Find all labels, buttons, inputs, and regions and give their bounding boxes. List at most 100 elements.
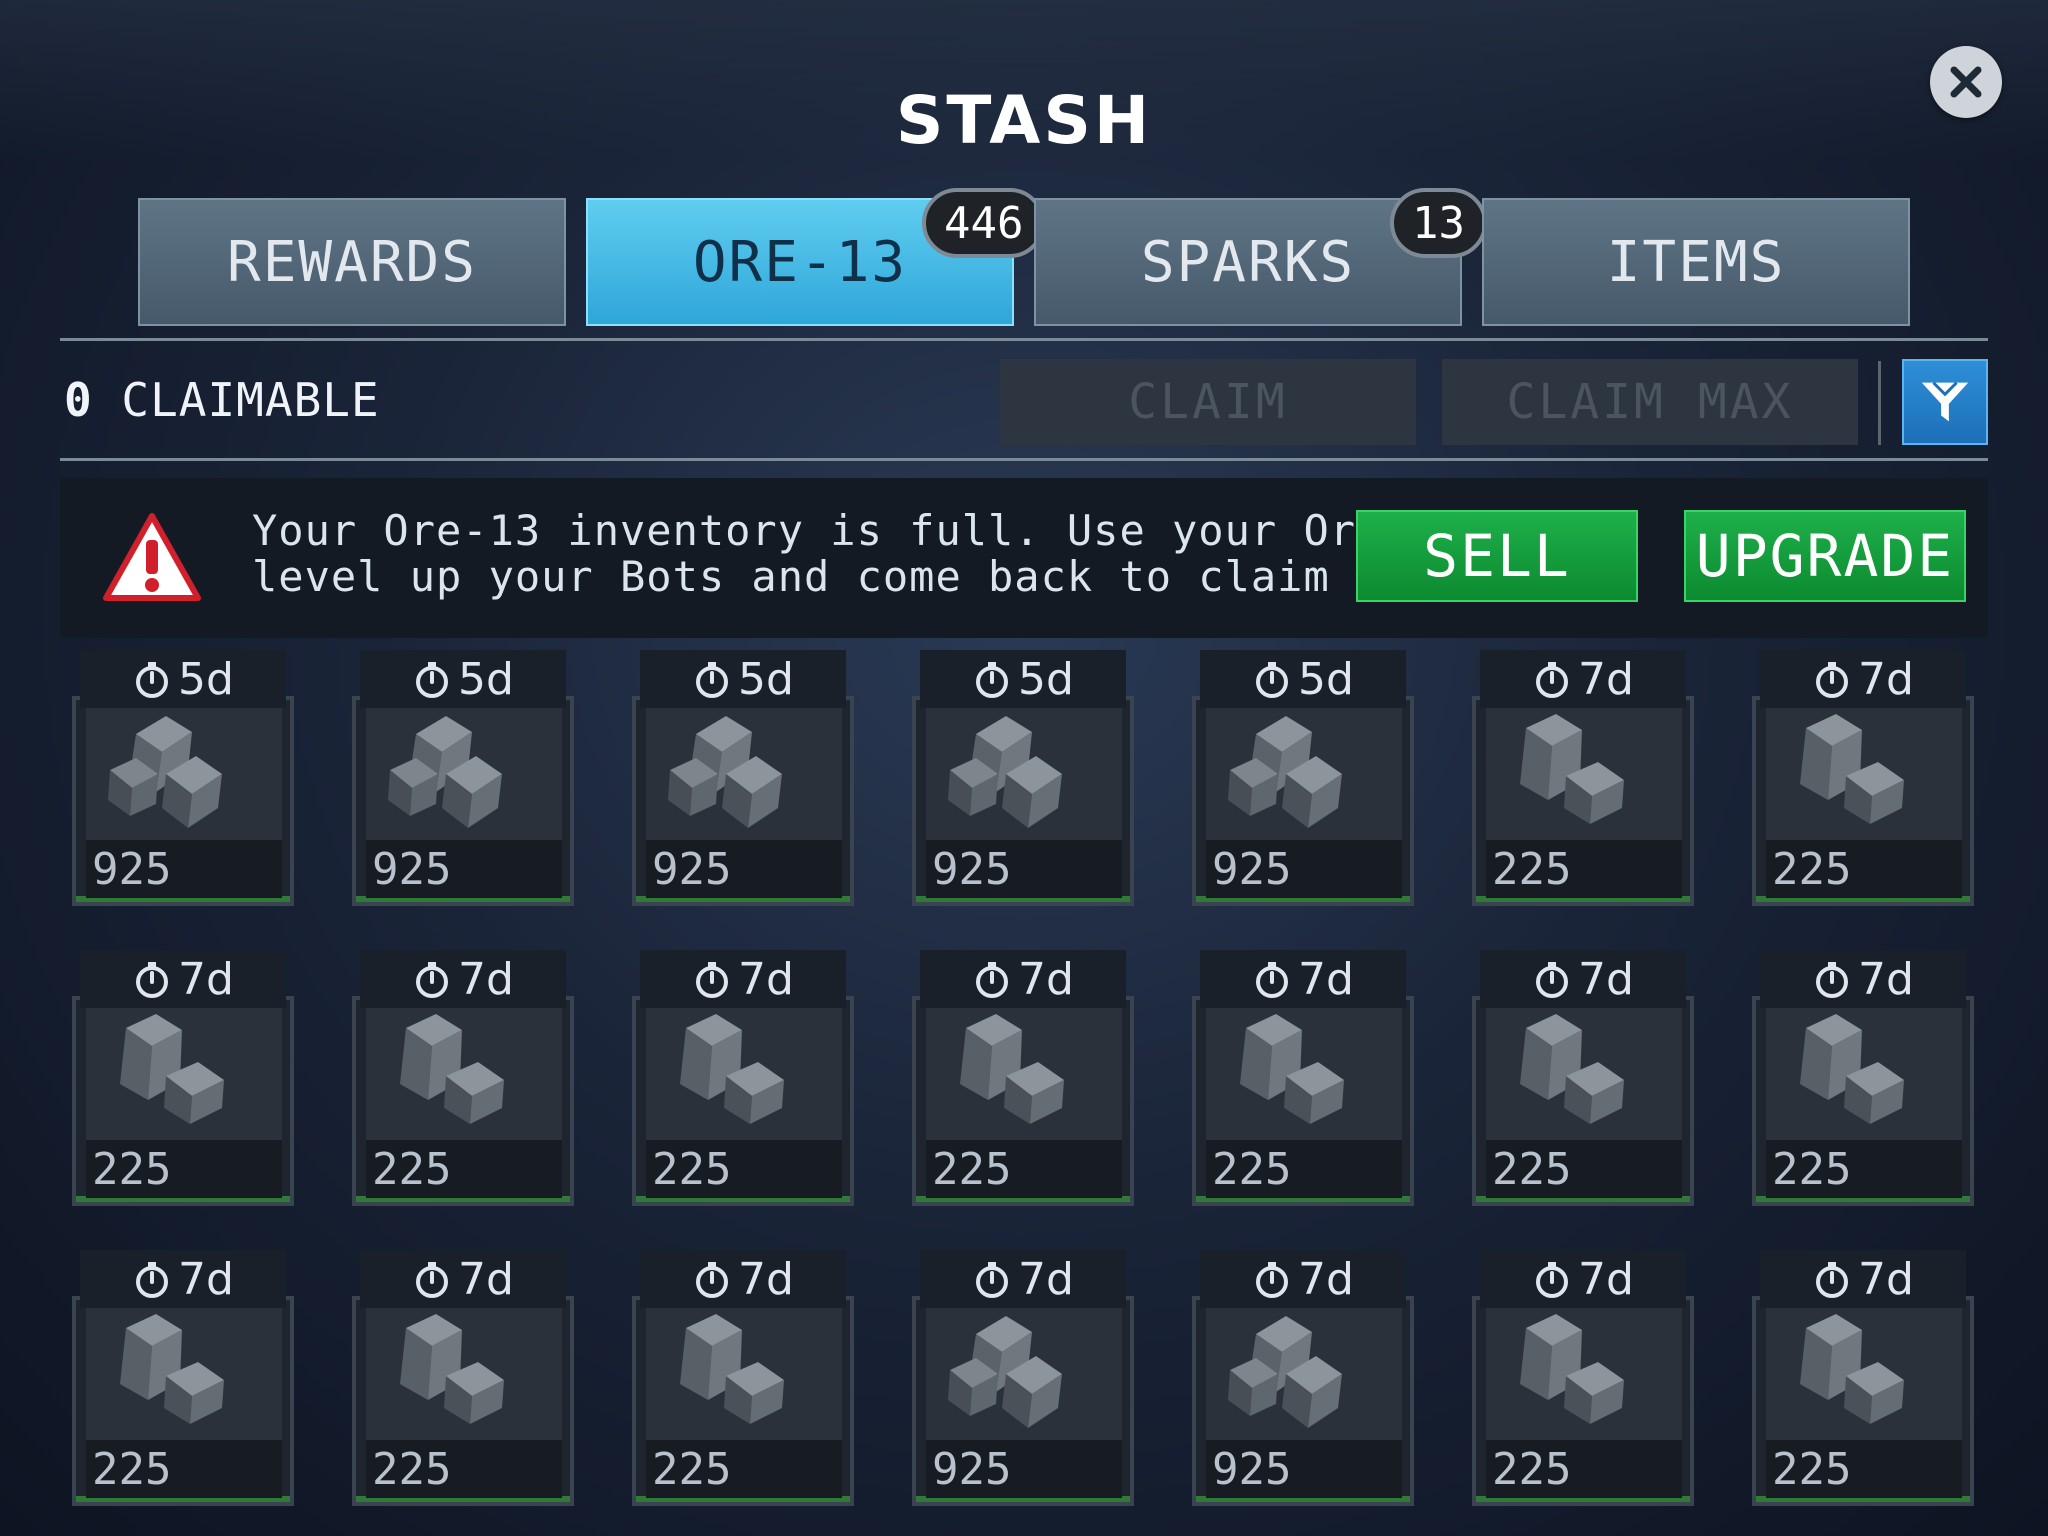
timer-label: 5d [178,653,234,705]
timer-icon [1816,962,1849,998]
claimable-status: 0 CLAIMABLE [64,373,380,427]
ore-large-icon [388,716,502,828]
ore-small-icon [120,1314,224,1424]
ore-small-icon [400,1314,504,1424]
ore-quantity: 225 [92,1144,172,1195]
expiry-timer: 7d [920,950,1126,1008]
warning-line: Your Ore-13 inventory is full. Use your … [252,506,1541,555]
ore-quantity: 925 [92,844,172,895]
claimable-text: CLAIMABLE [121,373,380,427]
timer-label: 7d [1578,653,1634,705]
expiry-timer: 7d [80,1250,286,1308]
ore-card[interactable]: 925 5d [68,650,300,912]
ore-card[interactable]: 225 7d [1748,1250,1980,1512]
tab-label: ITEMS [1606,229,1786,295]
expiry-timer: 5d [640,650,846,708]
ore-card[interactable]: 225 7d [68,950,300,1212]
upgrade-button[interactable]: UPGRADE [1684,510,1966,602]
tab-bar: REWARDS ORE-13 446 SPARKS 13 ITEMS [138,188,1910,326]
expiry-timer: 7d [360,1250,566,1308]
ore-quantity: 225 [1772,844,1852,895]
expiry-timer: 5d [360,650,566,708]
ore-quantity: 225 [372,1444,452,1495]
ore-quantity: 925 [652,844,732,895]
timer-label: 7d [1298,953,1354,1005]
sell-button[interactable]: SELL [1356,510,1638,602]
ore-card[interactable]: 225 7d [1468,950,1700,1212]
timer-label: 7d [738,953,794,1005]
ore-grid: 925 5d 925 5d 925 5d 925 5d 925 5d 225 7d 225 7d 225 7d… [68,650,1978,1510]
warning-icon [103,513,201,601]
tab-label: SPARKS [1140,229,1356,295]
expiry-timer: 7d [1760,650,1966,708]
ore-card[interactable]: 225 7d [68,1250,300,1512]
inventory-full-banner: Your Ore-13 inventory is full. Use your … [60,478,1988,638]
ore-small-icon [1800,714,1904,824]
timer-icon [1536,962,1569,998]
expiry-timer: 7d [1200,1250,1406,1308]
ore-small-icon [400,1014,504,1124]
ore-quantity: 925 [1212,844,1292,895]
ore-large-icon [668,716,782,828]
timer-label: 7d [1018,953,1074,1005]
ore-card[interactable]: 225 7d [628,1250,860,1512]
divider [60,458,1988,461]
filter-button[interactable] [1902,359,1988,445]
expiry-timer: 7d [920,1250,1126,1308]
timer-label: 5d [1298,653,1354,705]
timer-icon [1256,662,1289,698]
timer-icon [1536,1262,1569,1298]
timer-icon [1256,1262,1289,1298]
ore-card[interactable]: 225 7d [348,1250,580,1512]
tab-label: REWARDS [226,229,477,295]
timer-icon [1816,1262,1849,1298]
ore-large-icon [1228,716,1342,828]
expiry-timer: 7d [1480,1250,1686,1308]
timer-label: 7d [1578,1253,1634,1305]
ore-quantity: 925 [932,844,1012,895]
timer-icon [696,1262,729,1298]
close-button[interactable] [1930,46,2002,118]
expiry-timer: 7d [1480,650,1686,708]
timer-icon [1536,662,1569,698]
timer-icon [976,962,1009,998]
ore-card[interactable]: 225 7d [1748,950,1980,1212]
ore-card[interactable]: 225 7d [1468,650,1700,912]
ore-large-icon [948,1316,1062,1428]
ore-card[interactable]: 925 5d [1188,650,1420,912]
expiry-timer: 7d [80,950,286,1008]
ore-card[interactable]: 225 7d [1748,650,1980,912]
ore-quantity: 225 [92,1444,172,1495]
timer-label: 7d [458,1253,514,1305]
ore-card[interactable]: 225 7d [348,950,580,1212]
timer-icon [416,962,449,998]
warning-line: level up your Bots and come back to clai… [252,552,1488,601]
tab-rewards[interactable]: REWARDS [138,198,566,326]
ore-card[interactable]: 925 5d [908,650,1140,912]
tab-items[interactable]: ITEMS [1482,198,1910,326]
ore-card[interactable]: 225 7d [908,950,1140,1212]
ore-card[interactable]: 225 7d [628,950,860,1212]
timer-label: 5d [458,653,514,705]
ore-card[interactable]: 225 7d [1468,1250,1700,1512]
ore-card[interactable]: 925 5d [628,650,860,912]
timer-label: 7d [1858,953,1914,1005]
timer-label: 5d [738,653,794,705]
ore-13-count-badge: 446 [922,188,1046,258]
page-title: STASH [895,82,1153,159]
ore-card[interactable]: 925 5d [348,650,580,912]
timer-label: 7d [1858,1253,1914,1305]
ore-quantity: 225 [1772,1144,1852,1195]
claim-max-button[interactable]: CLAIM MAX [1442,359,1858,445]
timer-icon [1256,962,1289,998]
ore-card[interactable]: 925 7d [908,1250,1140,1512]
claim-bar: 0 CLAIMABLE CLAIM CLAIM MAX [60,345,1988,455]
tab-label: ORE-13 [692,229,908,295]
claim-button[interactable]: CLAIM [1000,359,1416,445]
divider [1878,361,1881,445]
ore-quantity: 225 [1492,1444,1572,1495]
timer-label: 7d [1018,1253,1074,1305]
ore-card[interactable]: 225 7d [1188,950,1420,1212]
ore-large-icon [948,716,1062,828]
ore-card[interactable]: 925 7d [1188,1250,1420,1512]
